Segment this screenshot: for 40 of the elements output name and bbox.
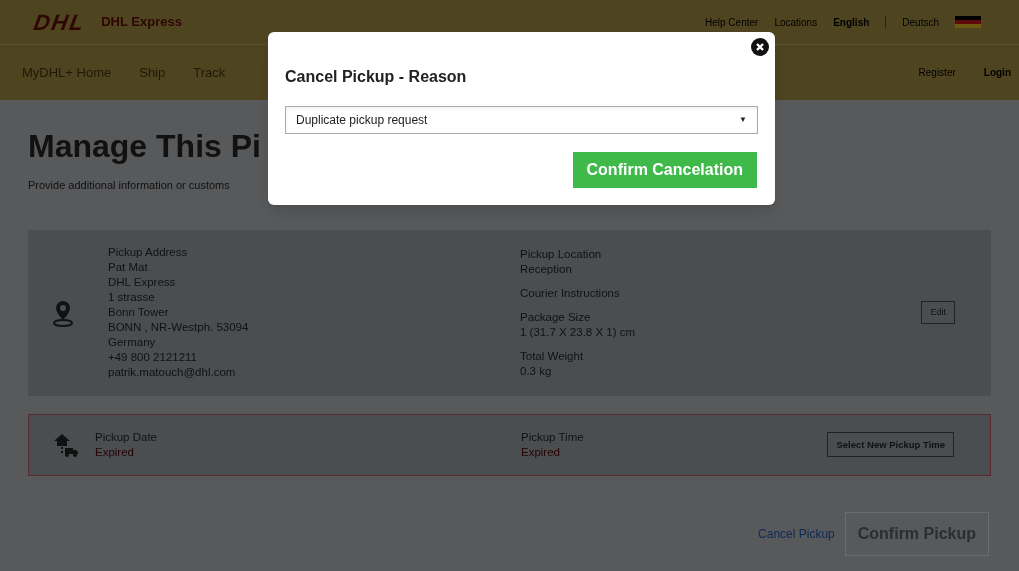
location-pin-icon <box>52 298 74 327</box>
field-label: Pickup Date <box>95 429 158 445</box>
confirm-cancelation-button[interactable]: Confirm Cancelation <box>572 152 757 188</box>
detail-value: Reception <box>520 261 573 277</box>
detail-label: Total Weight <box>520 348 585 364</box>
detail-value: 1 (31.7 X 23.8 X 1) cm <box>520 324 636 340</box>
address-line: Germany <box>108 335 157 350</box>
expired-status: Expired <box>521 444 561 460</box>
dialog-title: Cancel Pickup - Reason <box>285 67 468 87</box>
language-link[interactable]: Deutsch <box>902 14 939 30</box>
address-line: Bonn Tower <box>108 305 170 320</box>
address-line: BONN , NR-Westph. 53094 <box>108 320 250 335</box>
page-subtitle: Provide additional information or customs <box>28 178 231 193</box>
select-time-button[interactable]: Select New Pickup Time <box>827 432 954 457</box>
header-link[interactable]: Locations <box>774 14 818 30</box>
address-line: patrik.matouch@dhl.com <box>108 365 237 380</box>
page-title: Manage This Pi <box>28 130 262 162</box>
detail-value: 0.3 kg <box>520 363 553 379</box>
edit-button[interactable]: Edit <box>921 301 955 324</box>
address-line: Pickup Address <box>108 245 189 260</box>
dhl-logo: DHL <box>31 8 89 37</box>
address-line: DHL Express <box>108 275 177 290</box>
brand-name: DHL Express <box>101 13 182 32</box>
address-line: Pat Mat <box>108 260 149 275</box>
account-link[interactable]: Login <box>983 65 1011 80</box>
detail-label: Pickup Location <box>520 246 603 262</box>
account-link[interactable]: Register <box>918 65 956 80</box>
address-line: +49 800 2121211 <box>108 350 198 365</box>
language-link[interactable]: English <box>833 14 870 30</box>
address-line: 1 strasse <box>108 290 156 305</box>
expired-status: Expired <box>95 444 135 460</box>
field-label: Pickup Time <box>521 429 584 445</box>
reason-select[interactable]: Duplicate pickup request ▼ <box>285 106 758 134</box>
header-link[interactable]: Help Center <box>705 14 759 30</box>
flag-icon[interactable] <box>955 16 981 28</box>
detail-label: Package Size <box>520 309 592 325</box>
close-icon[interactable] <box>751 38 769 56</box>
cancel-pickup-link[interactable]: Cancel Pickup <box>758 524 835 543</box>
detail-label: Courier Instructions <box>520 285 621 301</box>
house-truck-icon <box>53 431 79 458</box>
